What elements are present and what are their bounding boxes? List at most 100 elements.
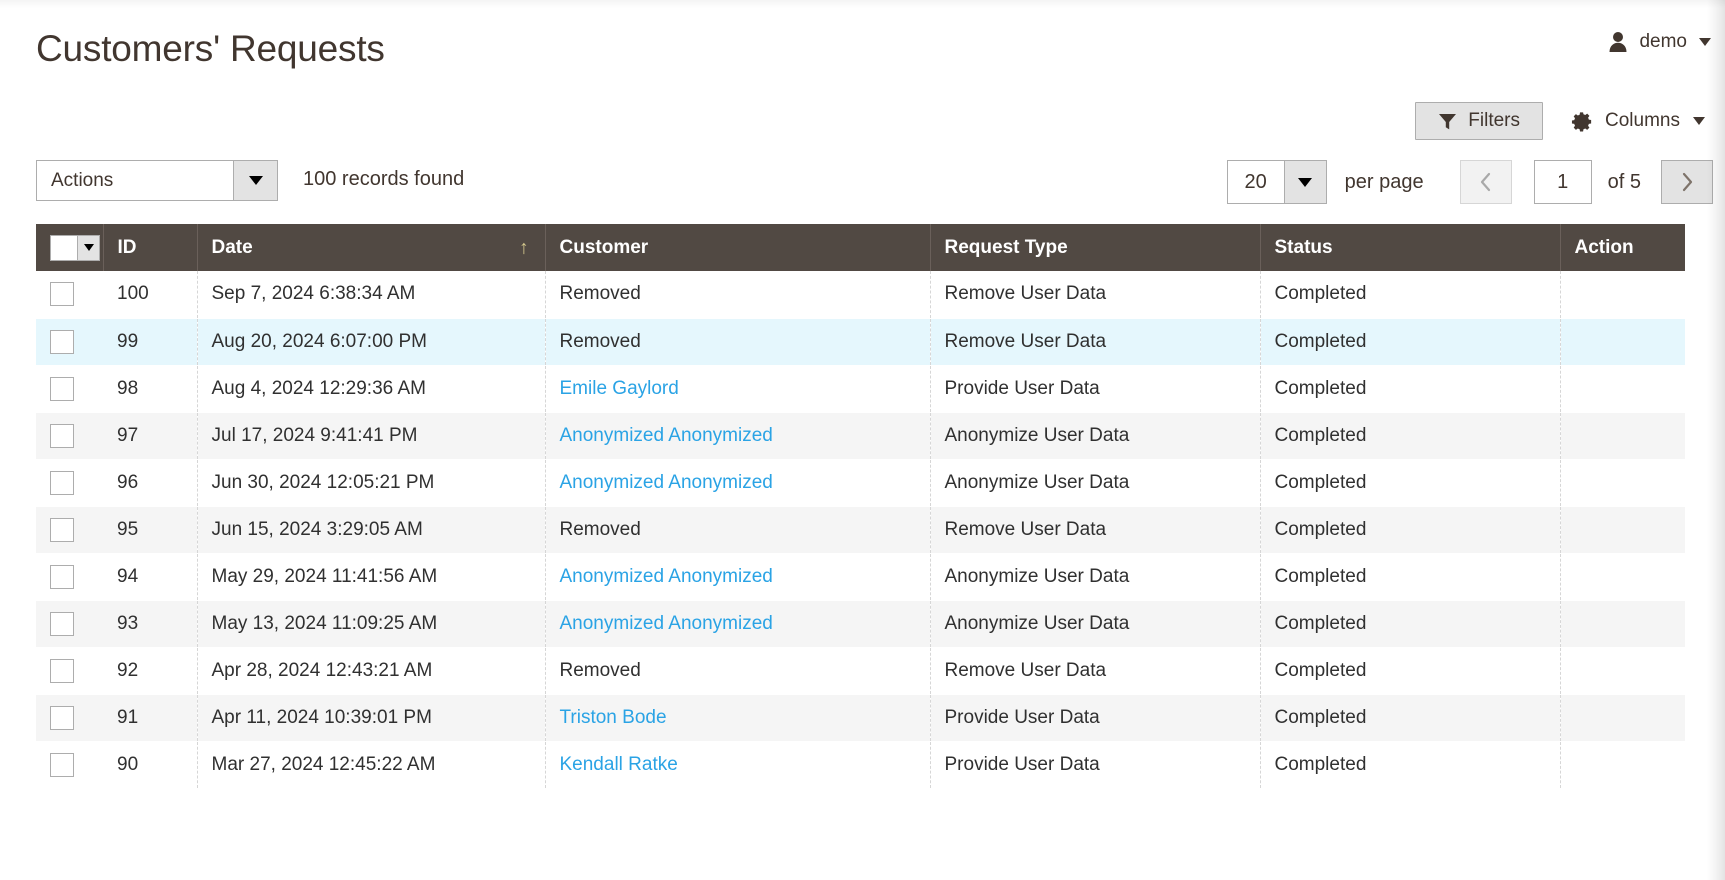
row-select-checkbox[interactable] — [50, 753, 74, 777]
table-row[interactable]: 98Aug 4, 2024 12:29:36 AMEmile GaylordPr… — [36, 365, 1685, 412]
row-select-checkbox[interactable] — [50, 706, 74, 730]
table-row[interactable]: 97Jul 17, 2024 9:41:41 PMAnonymized Anon… — [36, 412, 1685, 459]
row-select-cell[interactable] — [36, 647, 103, 694]
cell-action — [1560, 647, 1685, 694]
table-row[interactable]: 96Jun 30, 2024 12:05:21 PMAnonymized Ano… — [36, 459, 1685, 506]
cell-customer[interactable]: Kendall Ratke — [545, 741, 930, 788]
row-select-cell[interactable] — [36, 318, 103, 365]
column-header-id[interactable]: ID — [103, 224, 197, 271]
customer-link[interactable]: Emile Gaylord — [560, 378, 679, 399]
row-select-cell[interactable] — [36, 600, 103, 647]
cell-request-type: Anonymize User Data — [930, 553, 1260, 600]
row-select-checkbox[interactable] — [50, 471, 74, 495]
triangle-down-icon — [249, 176, 263, 185]
cell-id: 94 — [103, 553, 197, 600]
row-select-cell[interactable] — [36, 271, 103, 318]
next-page-button[interactable] — [1661, 160, 1713, 204]
cell-status: Completed — [1260, 741, 1560, 788]
previous-page-button[interactable] — [1460, 160, 1512, 204]
cell-customer[interactable]: Anonymized Anonymized — [545, 412, 930, 459]
column-header-status[interactable]: Status — [1260, 224, 1560, 271]
cell-request-type: Anonymize User Data — [930, 600, 1260, 647]
cell-date: Mar 27, 2024 12:45:22 AM — [197, 741, 545, 788]
per-page-dropdown[interactable]: 20 — [1227, 160, 1327, 204]
pagination: 20 per page of 5 — [1227, 160, 1713, 204]
mass-select-box[interactable] — [51, 236, 77, 260]
table-row[interactable]: 93May 13, 2024 11:09:25 AMAnonymized Ano… — [36, 600, 1685, 647]
cell-status: Completed — [1260, 600, 1560, 647]
customer-link[interactable]: Anonymized Anonymized — [560, 425, 773, 446]
customer-link[interactable]: Anonymized Anonymized — [560, 472, 773, 493]
per-page-value: 20 — [1228, 161, 1284, 203]
cell-customer: Removed — [545, 506, 930, 553]
per-page-dropdown-toggle[interactable] — [1284, 161, 1326, 203]
cell-action — [1560, 459, 1685, 506]
row-select-checkbox[interactable] — [50, 282, 74, 306]
row-select-cell[interactable] — [36, 741, 103, 788]
table-row[interactable]: 99Aug 20, 2024 6:07:00 PMRemovedRemove U… — [36, 318, 1685, 365]
table-row[interactable]: 94May 29, 2024 11:41:56 AM Anonymized Ano… — [36, 553, 1685, 600]
columns-button[interactable]: Columns — [1565, 102, 1713, 140]
column-header-customer-label: Customer — [560, 237, 649, 258]
row-select-checkbox[interactable] — [50, 565, 74, 589]
row-select-checkbox[interactable] — [50, 377, 74, 401]
table-row[interactable]: 90Mar 27, 2024 12:45:22 AMKendall RatkeP… — [36, 741, 1685, 788]
row-select-cell[interactable] — [36, 412, 103, 459]
table-header-row: ID Date ↑ Customer Request Type Status — [36, 224, 1685, 271]
cell-customer[interactable]: Anonymized Anonymized — [545, 600, 930, 647]
customer-link[interactable]: Kendall Ratke — [560, 754, 678, 775]
cell-status: Completed — [1260, 694, 1560, 741]
page-title: Customers' Requests — [36, 28, 385, 70]
row-select-checkbox[interactable] — [50, 518, 74, 542]
cell-status: Completed — [1260, 365, 1560, 412]
cell-id: 100 — [103, 271, 197, 318]
actions-dropdown-toggle[interactable] — [233, 161, 277, 200]
row-select-checkbox[interactable] — [50, 330, 74, 354]
customer-link[interactable]: Anonymized Anonymized — [560, 613, 773, 634]
cell-status: Completed — [1260, 459, 1560, 506]
chevron-left-icon — [1477, 171, 1495, 193]
chevron-right-icon — [1678, 171, 1696, 193]
user-menu[interactable]: demo — [1607, 31, 1711, 53]
cell-id: 96 — [103, 459, 197, 506]
cell-id: 98 — [103, 365, 197, 412]
page-number-input[interactable] — [1534, 160, 1592, 204]
cell-customer[interactable]: Anonymized Anonymized — [545, 553, 930, 600]
cell-action — [1560, 318, 1685, 365]
row-select-checkbox[interactable] — [50, 659, 74, 683]
cell-request-type: Remove User Data — [930, 647, 1260, 694]
cell-customer[interactable]: Triston Bode — [545, 694, 930, 741]
cell-date: May 29, 2024 11:41:56 AM — [197, 553, 545, 600]
column-header-request-type[interactable]: Request Type — [930, 224, 1260, 271]
row-select-cell[interactable] — [36, 365, 103, 412]
total-pages-label: of 5 — [1608, 171, 1641, 194]
table-row[interactable]: 100Sep 7, 2024 6:38:34 AMRemovedRemove U… — [36, 271, 1685, 318]
customer-link[interactable]: Anonymized Anonymized — [560, 566, 773, 587]
requests-table: ID Date ↑ Customer Request Type Status — [36, 224, 1685, 789]
row-select-cell[interactable] — [36, 459, 103, 506]
column-header-status-label: Status — [1275, 237, 1333, 258]
row-select-cell[interactable] — [36, 694, 103, 741]
table-row[interactable]: 95Jun 15, 2024 3:29:05 AMRemovedRemove U… — [36, 506, 1685, 553]
cell-status: Completed — [1260, 647, 1560, 694]
column-header-date[interactable]: Date ↑ — [197, 224, 545, 271]
row-select-checkbox[interactable] — [50, 424, 74, 448]
table-row[interactable]: 92Apr 28, 2024 12:43:21 AMRemovedRemove … — [36, 647, 1685, 694]
cell-customer[interactable]: Anonymized Anonymized — [545, 459, 930, 506]
cell-id: 92 — [103, 647, 197, 694]
mass-select-checkbox[interactable] — [50, 235, 100, 261]
customer-link[interactable]: Triston Bode — [560, 707, 667, 728]
table-row[interactable]: 91Apr 11, 2024 10:39:01 PMTriston BodePr… — [36, 694, 1685, 741]
cell-customer[interactable]: Emile Gaylord — [545, 365, 930, 412]
actions-dropdown[interactable]: Actions — [36, 160, 278, 201]
row-select-checkbox[interactable] — [50, 612, 74, 636]
column-header-customer[interactable]: Customer — [545, 224, 930, 271]
cell-date: Sep 7, 2024 6:38:34 AM — [197, 271, 545, 318]
row-select-cell[interactable] — [36, 506, 103, 553]
cell-status: Completed — [1260, 412, 1560, 459]
mass-select-dropdown-toggle[interactable] — [77, 236, 99, 260]
filters-button[interactable]: Filters — [1415, 102, 1543, 140]
row-select-cell[interactable] — [36, 553, 103, 600]
grid-controls: Filters Columns — [1415, 102, 1713, 140]
cell-request-type: Provide User Data — [930, 365, 1260, 412]
